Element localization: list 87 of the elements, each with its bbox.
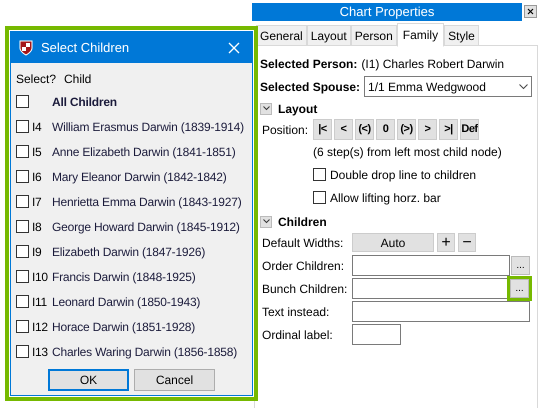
checkbox[interactable] — [16, 170, 29, 183]
checkbox[interactable] — [16, 195, 29, 208]
position-button[interactable]: 0 — [376, 119, 395, 140]
shield-icon — [19, 40, 33, 56]
close-button[interactable] — [524, 5, 537, 18]
person-name: (I1) Charles Robert Darwin — [361, 56, 504, 72]
close-icon[interactable] — [228, 42, 240, 54]
chevron-down-icon — [262, 106, 270, 111]
position-label: Position: — [262, 122, 310, 138]
field-label: Default Widths: — [262, 234, 344, 252]
field-label: Bunch Children: — [262, 280, 348, 298]
child-id: I12 — [32, 318, 49, 336]
option-label: Allow lifting horz. bar — [330, 190, 441, 206]
child-name: William Erasmus Darwin (1839-1914) — [52, 118, 244, 136]
expand-toggle[interactable] — [260, 102, 272, 114]
checkbox[interactable] — [16, 270, 29, 283]
step-note: (6 step(s) from left most child node) — [313, 144, 503, 161]
child-id: I4 — [32, 118, 42, 136]
cancel-button[interactable]: Cancel — [134, 369, 215, 391]
field-label: Selected Person: — [260, 56, 358, 72]
checkbox[interactable] — [16, 295, 29, 308]
section-title: Layout — [278, 100, 318, 118]
text-field[interactable] — [352, 278, 509, 299]
field-label: Order Children: — [262, 258, 346, 274]
child-id: I11 — [32, 294, 48, 310]
checkbox[interactable] — [16, 95, 29, 108]
position-button[interactable]: > — [418, 119, 437, 140]
chevron-down-icon — [262, 219, 270, 224]
plus-button[interactable]: + — [437, 233, 455, 252]
child-name: George Howard Darwin (1845-1912) — [52, 218, 240, 236]
child-id: I6 — [32, 168, 42, 186]
child-name: Elizabeth Darwin (1847-1926) — [52, 244, 206, 260]
child-id: I13 — [32, 344, 49, 360]
text-field[interactable] — [352, 255, 510, 276]
field-label: Ordinal label: — [262, 326, 334, 344]
position-button[interactable]: >| — [439, 119, 458, 140]
child-id: I9 — [32, 244, 42, 260]
child-name: Anne Elizabeth Darwin (1841-1851) — [52, 144, 236, 160]
child-name: Horace Darwin (1851-1928) — [52, 318, 196, 336]
checkbox[interactable] — [313, 191, 326, 204]
browse-button[interactable]: ... — [511, 256, 530, 275]
text-field[interactable] — [352, 301, 530, 322]
child-id: I5 — [32, 144, 42, 160]
position-button[interactable]: Def — [460, 119, 479, 140]
child-name: Leonard Darwin (1850-1943) — [52, 294, 200, 310]
chevron-down-icon — [519, 84, 528, 90]
position-button[interactable]: < — [334, 119, 353, 140]
checkbox[interactable] — [16, 345, 29, 358]
section-title: Children — [278, 214, 327, 230]
checkbox[interactable] — [16, 120, 29, 133]
checkbox[interactable] — [16, 145, 29, 158]
panel-title: Chart Properties — [340, 3, 434, 22]
checkbox[interactable] — [313, 168, 326, 181]
spouse-value: 1/1 Emma Wedgwood — [368, 78, 486, 96]
column-header: Select? — [16, 71, 58, 88]
checkbox[interactable] — [16, 320, 29, 333]
tab[interactable]: General — [256, 25, 307, 46]
checkbox[interactable] — [16, 220, 29, 233]
tab[interactable]: Style — [444, 25, 479, 46]
field-label: Selected Spouse: — [260, 78, 360, 96]
child-name: Mary Eleanor Darwin (1842-1842) — [52, 168, 227, 186]
column-header: Child — [64, 71, 92, 88]
tab[interactable]: Person — [350, 25, 397, 46]
position-button[interactable]: (<) — [355, 119, 374, 140]
child-name: Francis Darwin (1848-1925) — [52, 268, 196, 286]
ok-button[interactable]: OK — [48, 369, 129, 391]
child-name: Henrietta Emma Darwin (1843-1927) — [52, 194, 242, 210]
tab[interactable]: Layout — [306, 25, 351, 46]
tab[interactable]: Family — [396, 23, 444, 47]
all-children-label: All Children — [52, 94, 117, 110]
auto-button[interactable]: Auto — [352, 233, 434, 252]
position-button[interactable]: (>) — [397, 119, 416, 140]
dialog-title: Select Children — [41, 38, 130, 57]
expand-toggle[interactable] — [260, 216, 272, 228]
position-button[interactable]: |< — [313, 119, 332, 140]
child-id: I7 — [32, 194, 42, 210]
browse-button[interactable]: ... — [510, 279, 529, 298]
spouse-dropdown[interactable]: 1/1 Emma Wedgwood — [364, 76, 532, 97]
checkbox[interactable] — [16, 245, 29, 258]
child-id: I8 — [32, 218, 42, 236]
field-label: Text instead: — [262, 304, 330, 320]
child-id: I10 — [32, 268, 49, 286]
minus-button[interactable]: − — [458, 233, 476, 252]
option-label: Double drop line to children — [330, 166, 476, 184]
child-name: Charles Waring Darwin (1856-1858) — [52, 344, 238, 360]
text-field[interactable] — [352, 324, 401, 345]
close-icon — [527, 8, 534, 15]
